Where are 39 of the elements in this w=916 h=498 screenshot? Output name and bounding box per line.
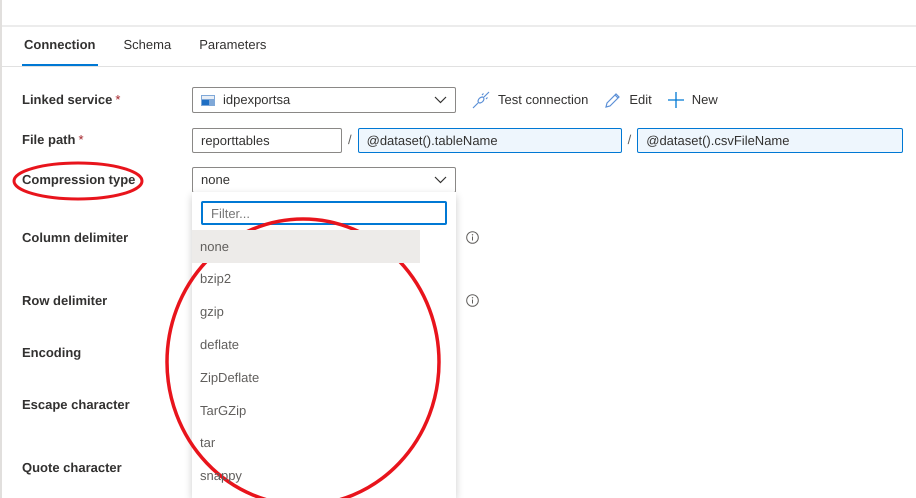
required-mark: * bbox=[115, 92, 120, 108]
dropdown-option[interactable]: tar bbox=[192, 426, 420, 460]
plug-icon bbox=[472, 91, 490, 109]
field-label: Row delimiter bbox=[22, 292, 108, 308]
plus-icon bbox=[668, 92, 684, 108]
linked-service-dropdown[interactable]: idpexportsa bbox=[192, 87, 456, 113]
required-mark: * bbox=[78, 132, 84, 148]
dropdown-option[interactable]: bzip2 bbox=[192, 262, 420, 296]
compression-dropdown[interactable]: none bbox=[192, 167, 456, 193]
filter-field[interactable]: Filter... bbox=[201, 201, 447, 225]
tab[interactable]: Schema bbox=[122, 26, 174, 66]
dropdown-option[interactable]: TarGZip bbox=[192, 394, 420, 427]
field-label: Encoding bbox=[22, 344, 82, 360]
chevron-down-icon bbox=[434, 96, 447, 104]
field-label: Escape character bbox=[22, 396, 130, 412]
new-button[interactable]: New bbox=[668, 90, 718, 110]
test-connection-button[interactable]: Test connection bbox=[472, 90, 588, 110]
dropdown-option[interactable]: none bbox=[192, 230, 420, 263]
info-icon[interactable] bbox=[466, 231, 479, 244]
field-label: Quote character bbox=[22, 460, 122, 475]
dropdown-option[interactable]: deflate bbox=[192, 328, 420, 362]
path-input[interactable]: @dataset().csvFileName bbox=[637, 128, 904, 152]
pencil-icon bbox=[604, 92, 622, 108]
field-label: Compression type bbox=[22, 172, 136, 188]
path-input[interactable]: reporttables bbox=[192, 128, 342, 152]
path-separator: / bbox=[628, 131, 632, 150]
field-label: Column delimiter bbox=[22, 230, 128, 245]
field-label: File path bbox=[22, 132, 76, 148]
chevron-down-icon bbox=[434, 176, 447, 184]
path-separator: / bbox=[348, 131, 352, 150]
storage-icon bbox=[201, 94, 215, 106]
dropdown-option[interactable]: ZipDeflate bbox=[192, 361, 420, 394]
info-icon[interactable] bbox=[466, 294, 479, 307]
dropdown-option[interactable]: gzip bbox=[192, 296, 420, 328]
edit-button[interactable]: Edit bbox=[604, 90, 652, 110]
tab[interactable]: Parameters bbox=[197, 26, 268, 66]
tab[interactable]: Connection bbox=[22, 26, 98, 66]
path-input[interactable]: @dataset().tableName bbox=[358, 128, 622, 152]
field-label: Linked service bbox=[22, 92, 112, 108]
